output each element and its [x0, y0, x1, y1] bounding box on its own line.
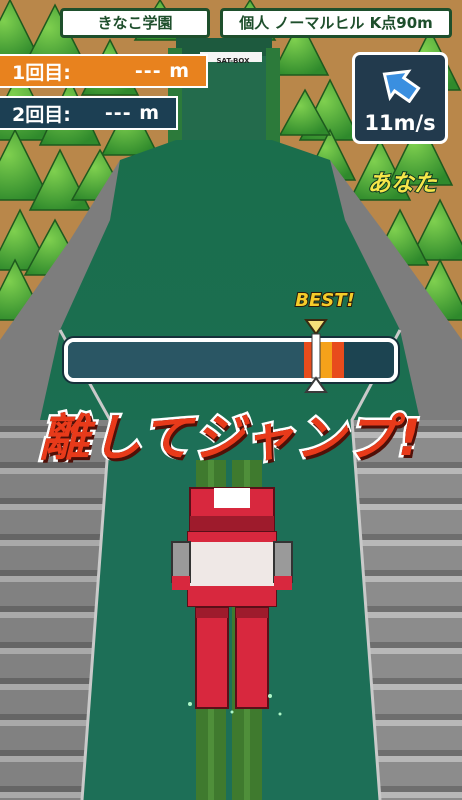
jump-instruction-text: 離してジャンプ! [37, 407, 423, 470]
wind-indicator: 11m/s [352, 52, 448, 144]
ski-jumper-character [171, 487, 293, 716]
team-name-box: きなこ学園 [60, 8, 210, 38]
round-2-distance: --- m [104, 102, 160, 124]
round-2-result: 2回目: --- m [0, 96, 178, 130]
round-2-label: 2回目: [12, 103, 71, 126]
wind-speed: 11m/s [364, 111, 436, 135]
sponsor-banner: SAT-BOX [216, 57, 250, 65]
gauge-marker-icon [304, 319, 328, 393]
player-label: あなた [367, 170, 438, 198]
round-1-distance: --- m [134, 60, 190, 82]
gauge-fill [68, 342, 313, 378]
wind-direction-arrow-icon [382, 69, 421, 103]
round-1-label: 1回目: [12, 61, 71, 84]
best-timing-label: BEST! [294, 289, 355, 312]
jump-timing-gauge[interactable] [64, 338, 398, 382]
round-1-result: 1回目: --- m [0, 54, 208, 88]
event-title-box: 個人 ノーマルヒル K点90m [220, 8, 452, 38]
